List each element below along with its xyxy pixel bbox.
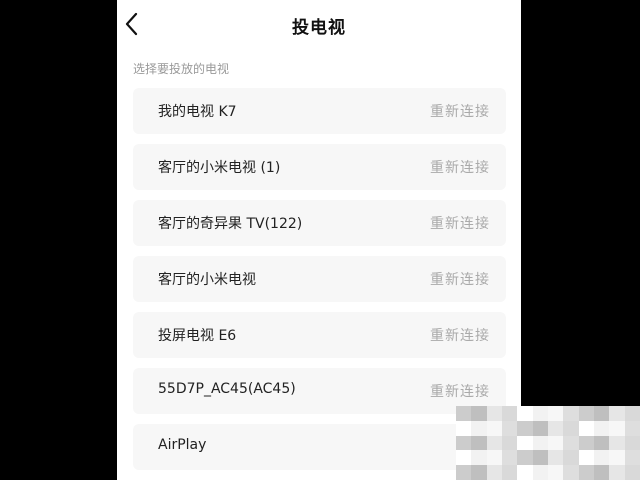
mosaic-tile [547, 406, 564, 421]
mosaic-tile [624, 420, 640, 436]
mosaic-tile [532, 406, 548, 421]
device-item[interactable]: AirPlay [133, 424, 506, 470]
mosaic-tile [609, 435, 625, 451]
device-name: 55D7P_AC45(AC45) [158, 381, 296, 397]
mosaic-tile [563, 420, 579, 436]
navigation-bar: 投电视 [117, 0, 521, 48]
mosaic-tile [593, 406, 610, 421]
device-item[interactable]: 客厅的奇异果 TV(122) 重新连接 [133, 200, 506, 246]
mosaic-tile [563, 465, 579, 480]
reconnect-button[interactable]: 重新连接 [430, 325, 490, 345]
mosaic-tile [532, 465, 548, 480]
mosaic-tile [532, 420, 548, 436]
reconnect-button[interactable]: 重新连接 [430, 213, 490, 233]
mosaic-tile [578, 435, 594, 451]
mosaic-tile [578, 450, 594, 466]
mosaic-tile [593, 465, 610, 480]
screenshot-stage: 投电视 选择要投放的电视 我的电视 K7 重新连接 客厅的小米电视 (1) 重新… [0, 0, 640, 480]
device-item[interactable]: 我的电视 K7 重新连接 [133, 88, 506, 134]
mosaic-tile [609, 450, 625, 466]
mosaic-tile [578, 406, 594, 421]
mosaic-tile [563, 406, 579, 421]
device-item[interactable]: 客厅的小米电视 重新连接 [133, 256, 506, 302]
mosaic-tile [563, 435, 579, 451]
mosaic-tile [547, 435, 564, 451]
mosaic-tile [609, 420, 625, 436]
mosaic-tile [593, 420, 610, 436]
mosaic-tile [624, 450, 640, 466]
device-name: 客厅的小米电视 [158, 272, 256, 288]
device-item[interactable]: 55D7P_AC45(AC45) 重新连接 [133, 368, 506, 414]
device-name: 我的电视 K7 [158, 104, 237, 120]
mosaic-tile [609, 465, 625, 480]
device-name: AirPlay [158, 437, 207, 453]
mosaic-tile [624, 406, 640, 421]
device-name: 投屏电视 E6 [158, 328, 237, 344]
mosaic-tile [547, 450, 564, 466]
mosaic-tile [547, 420, 564, 436]
reconnect-button[interactable]: 重新连接 [430, 101, 490, 121]
mosaic-tile [563, 450, 579, 466]
mosaic-tile [532, 435, 548, 451]
reconnect-button[interactable]: 重新连接 [430, 157, 490, 177]
mosaic-tile [593, 435, 610, 451]
reconnect-button[interactable]: 重新连接 [430, 269, 490, 289]
select-tv-hint: 选择要投放的电视 [133, 62, 230, 76]
mosaic-tile [609, 406, 625, 421]
page-title: 投电视 [292, 18, 346, 38]
mosaic-tile [547, 465, 564, 480]
device-item[interactable]: 投屏电视 E6 重新连接 [133, 312, 506, 358]
mosaic-tile [578, 420, 594, 436]
device-name: 客厅的奇异果 TV(122) [158, 216, 303, 232]
mosaic-tile [593, 450, 610, 466]
mosaic-tile [624, 465, 640, 480]
mosaic-tile [624, 435, 640, 451]
reconnect-button[interactable]: 重新连接 [430, 381, 490, 401]
device-name: 客厅的小米电视 (1) [158, 160, 281, 176]
device-item[interactable]: 客厅的小米电视 (1) 重新连接 [133, 144, 506, 190]
device-list: 我的电视 K7 重新连接 客厅的小米电视 (1) 重新连接 客厅的奇异果 TV(… [133, 88, 506, 480]
mosaic-tile [532, 450, 548, 466]
mosaic-tile [578, 465, 594, 480]
cast-to-tv-screen: 投电视 选择要投放的电视 我的电视 K7 重新连接 客厅的小米电视 (1) 重新… [117, 0, 521, 480]
